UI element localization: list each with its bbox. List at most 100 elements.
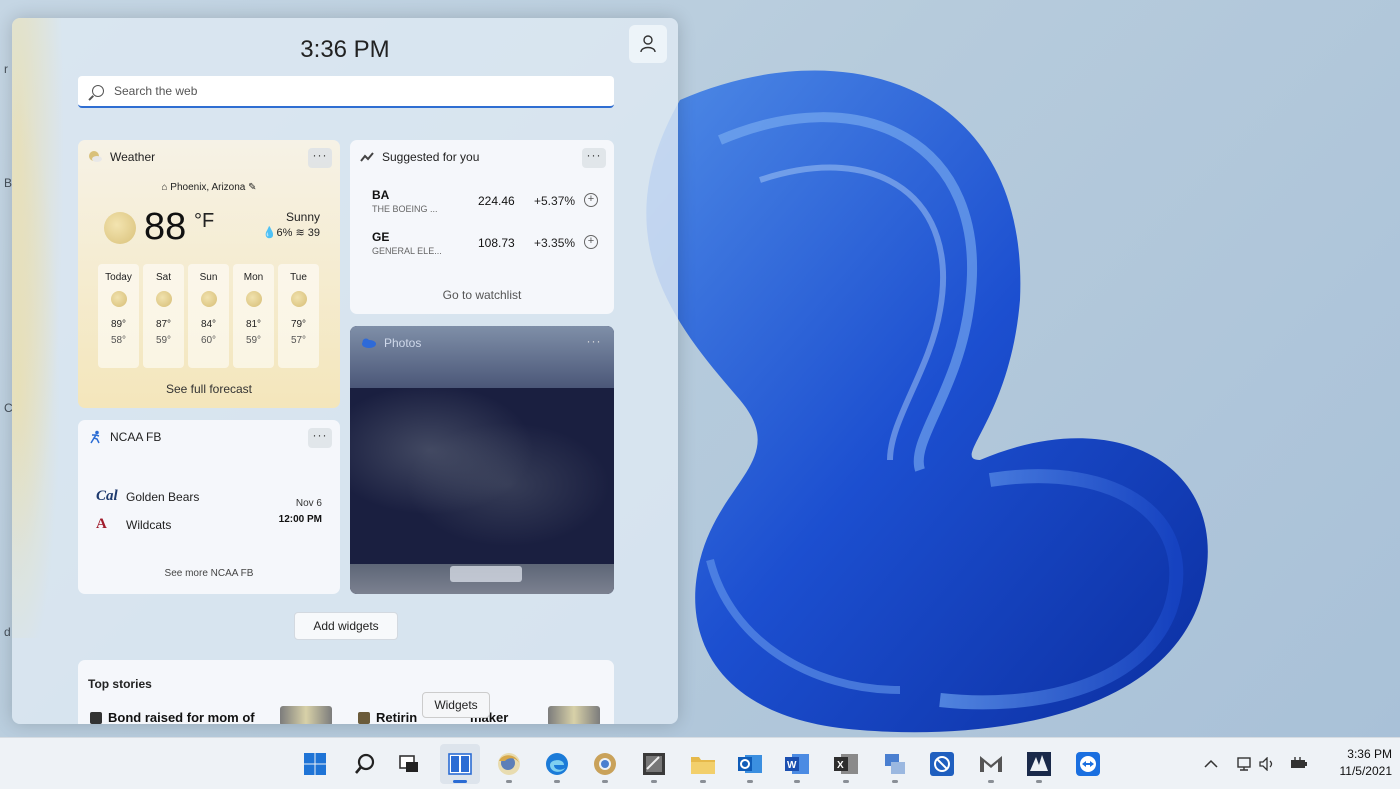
widgets-button[interactable] [440, 744, 480, 784]
stocks-widget[interactable]: Suggested for you ··· BA THE BOEING ... … [350, 140, 614, 314]
story-item[interactable]: Bond raised for mom of [90, 710, 255, 724]
home-icon: ⌂ [161, 182, 171, 193]
search-icon [92, 85, 104, 97]
ncaa-widget[interactable]: NCAA FB ··· Cal Golden Bears A Wildcats … [78, 420, 340, 594]
svg-text:X: X [837, 760, 844, 771]
edit-pencil-icon[interactable]: ✎ [245, 182, 256, 193]
add-to-watchlist-icon[interactable]: + [584, 235, 598, 249]
blocked-app-icon [930, 752, 954, 776]
teamviewer-icon [1076, 752, 1100, 776]
ncaa-title: NCAA FB [110, 430, 162, 444]
start-button[interactable] [295, 744, 335, 784]
stock-name: GENERAL ELE... [372, 246, 442, 256]
top-stories-title: Top stories [88, 677, 152, 691]
teamviewer-button[interactable] [1068, 744, 1108, 784]
running-indicator [506, 780, 512, 783]
ship-app-button[interactable] [1019, 744, 1059, 784]
gmail-icon [980, 756, 1002, 772]
chrome-button[interactable] [585, 744, 625, 784]
excel-button[interactable]: X [826, 744, 866, 784]
edge-button[interactable] [537, 744, 577, 784]
taskbar: W X 3:36 PM 11/5/2021 [0, 737, 1400, 789]
air-quality: 39 [307, 227, 320, 239]
sports-runner-icon [90, 430, 100, 444]
tool-app-button[interactable] [634, 744, 674, 784]
task-view-button[interactable] [389, 744, 429, 784]
gmail-button[interactable] [971, 744, 1011, 784]
taskbar-search-button[interactable] [345, 744, 385, 784]
outlook-icon [738, 755, 762, 773]
stock-change: +5.37% [534, 194, 576, 208]
partly-sunny-icon [245, 291, 262, 307]
taskbar-clock[interactable]: 3:36 PM 11/5/2021 [1316, 746, 1393, 780]
outlook-button[interactable] [730, 744, 770, 784]
stock-price: 224.46 [478, 194, 515, 208]
ship-app-icon [1027, 752, 1051, 776]
see-full-forecast-link[interactable]: See full forecast [78, 382, 340, 396]
weather-location[interactable]: ⌂ Phoenix, Arizona ✎ [78, 182, 340, 193]
show-hidden-icons-chevron-icon[interactable] [1200, 753, 1222, 775]
running-indicator [843, 780, 849, 783]
arizona-logo: A [96, 516, 107, 532]
weather-more-button[interactable]: ··· [308, 148, 332, 168]
network-app-button[interactable] [875, 744, 915, 784]
volume-icon[interactable] [1256, 753, 1278, 775]
network-app-icon [885, 754, 905, 774]
ncaa-more-button[interactable]: ··· [308, 428, 332, 448]
forecast-low: 58° [110, 335, 127, 346]
file-explorer-button[interactable] [683, 744, 723, 784]
forecast-day[interactable]: Today 89° 58° [98, 264, 139, 368]
see-more-ncaa-link[interactable]: See more NCAA FB [78, 568, 340, 579]
photos-widget[interactable]: Photos ··· [350, 326, 614, 594]
firefox-button[interactable] [489, 744, 529, 784]
search-placeholder: Search the web [114, 84, 198, 98]
stock-symbol: GE [372, 230, 390, 244]
add-to-watchlist-icon[interactable]: + [584, 193, 598, 207]
battery-icon[interactable] [1288, 753, 1310, 775]
stock-row[interactable]: GE GENERAL ELE... 108.73 +3.35% + [372, 230, 602, 264]
profile-button[interactable] [629, 25, 667, 63]
weather-title: Weather [110, 150, 156, 164]
forecast-day-label: Sat [155, 272, 171, 283]
word-button[interactable]: W [777, 744, 817, 784]
top-stories-feed[interactable]: Top stories Bond raised for mom of Retir… [78, 660, 614, 724]
team-row: Cal Golden Bears [96, 488, 199, 505]
sunny-icon [290, 291, 307, 307]
network-icon[interactable] [1234, 753, 1256, 775]
edge-icon [546, 753, 568, 775]
taskbar-date: 11/5/2021 [1339, 764, 1393, 778]
weather-widget[interactable]: Weather ··· ⌂ Phoenix, Arizona ✎ 88 °F S… [78, 140, 340, 408]
sunny-icon [200, 291, 217, 307]
search-box[interactable]: Search the web [78, 76, 614, 108]
forecast-day[interactable]: Mon 81° 59° [233, 264, 274, 368]
widgets-board: 3:36 PM Search the web Weather ··· ⌂ Pho… [12, 18, 678, 724]
temperature-unit: °F [194, 210, 215, 232]
widgets-tooltip: Widgets [422, 692, 490, 718]
running-indicator [794, 780, 800, 783]
svg-text:W: W [787, 760, 797, 771]
stock-symbol: BA [372, 188, 390, 202]
story-headline: Bond raised for mom of [108, 710, 255, 724]
stock-row[interactable]: BA THE BOEING ... 224.46 +5.37% + [372, 188, 602, 222]
running-indicator [892, 780, 898, 783]
photo-image [350, 388, 614, 564]
photos-more-button[interactable]: ··· [582, 334, 606, 354]
forecast-day[interactable]: Tue 79° 57° [278, 264, 319, 368]
sunny-icon [110, 291, 127, 307]
blocked-app-button[interactable] [922, 744, 962, 784]
forecast-day-label: Sun [199, 272, 218, 283]
add-widgets-button[interactable]: Add widgets [294, 612, 398, 640]
game-date: Nov 6 [295, 498, 322, 509]
forecast-day[interactable]: Sun 84° 60° [188, 264, 229, 368]
stocks-more-button[interactable]: ··· [582, 148, 606, 168]
go-to-watchlist-link[interactable]: Go to watchlist [350, 288, 614, 302]
weather-condition: Sunny [285, 210, 320, 224]
forecast-day[interactable]: Sat 87° 59° [143, 264, 184, 368]
cal-logo: Cal [96, 488, 118, 504]
photo-pager[interactable] [450, 566, 522, 582]
desktop-edge-letter: d [4, 625, 11, 639]
stock-name: THE BOEING ... [372, 204, 438, 214]
running-indicator [700, 780, 706, 783]
story-item[interactable]: Retirin [358, 710, 417, 724]
story-headline: Retirin [376, 710, 418, 724]
